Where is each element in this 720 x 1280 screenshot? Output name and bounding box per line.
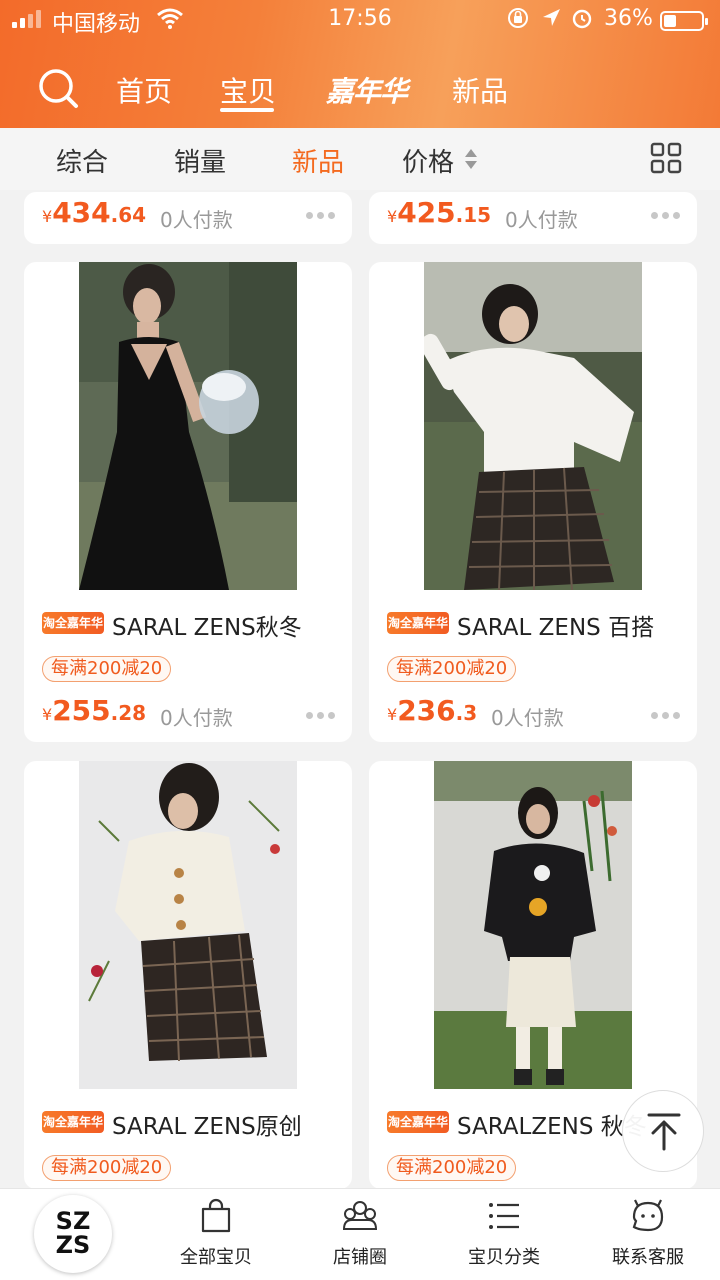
paid-count: 0人付款 xyxy=(505,208,578,232)
product-card[interactable]: 淘全嘉年华 SARAL ZENS秋冬 每满200减20 ¥255.28 0人付款 xyxy=(24,262,352,742)
more-icon[interactable] xyxy=(651,212,681,220)
coupon-badge: 每满200减20 xyxy=(42,656,172,682)
community-icon xyxy=(342,1201,378,1230)
carnival-badge: 淘全嘉年华 xyxy=(387,612,449,634)
product-title: SARAL ZENS原创 xyxy=(112,1114,302,1140)
alarm-icon xyxy=(572,9,592,29)
product-title: SARALZENS 秋冬 xyxy=(457,1114,647,1140)
rotation-lock-icon xyxy=(508,8,528,28)
tab-all-products[interactable]: 全部宝贝 xyxy=(156,1197,276,1269)
more-icon[interactable] xyxy=(306,712,336,720)
product-image[interactable] xyxy=(434,761,632,1089)
carnival-badge: 淘全嘉年华 xyxy=(42,612,104,634)
carnival-badge: 淘全嘉年华 xyxy=(42,1111,104,1133)
sort-price[interactable]: 价格 xyxy=(402,142,454,179)
product-card[interactable]: ¥425.15 0人付款 xyxy=(369,192,697,244)
product-image[interactable] xyxy=(79,262,297,590)
shop-nav: 首页 宝贝 嘉年华 新品 xyxy=(0,60,720,116)
sort-sales[interactable]: 销量 xyxy=(174,142,226,179)
status-bar: 中国移动 17:56 36% xyxy=(0,0,720,40)
battery-percent: 36% xyxy=(604,6,653,31)
paid-count: 0人付款 xyxy=(160,706,233,730)
chat-bot-icon xyxy=(632,1199,664,1232)
grid-view-icon[interactable] xyxy=(650,142,682,174)
tab-shop-circle[interactable]: 店铺圈 xyxy=(300,1197,420,1269)
product-price: ¥425.15 xyxy=(387,196,492,229)
product-image[interactable] xyxy=(424,262,642,590)
product-price: ¥236.3 xyxy=(387,694,478,727)
paid-count: 0人付款 xyxy=(160,208,233,232)
shop-logo[interactable]: SZ ZS xyxy=(34,1195,112,1273)
tab-products[interactable]: 宝贝 xyxy=(220,70,276,110)
tab-carnival[interactable]: 嘉年华 xyxy=(326,70,408,110)
product-price: ¥255.28 xyxy=(42,694,147,727)
arrow-up-icon xyxy=(647,1113,681,1151)
product-card[interactable]: 淘全嘉年华 SARAL ZENS原创 每满200减20 xyxy=(24,761,352,1189)
product-card[interactable]: ¥434.64 0人付款 xyxy=(24,192,352,244)
product-title: SARAL ZENS秋冬 xyxy=(112,615,302,641)
back-to-top-button[interactable] xyxy=(622,1090,704,1172)
product-card[interactable]: 淘全嘉年华 SARAL ZENS 百搭 每满200减20 ¥236.3 0人付款 xyxy=(369,262,697,742)
product-title: SARAL ZENS 百搭 xyxy=(457,615,655,641)
sort-default[interactable]: 综合 xyxy=(56,142,108,179)
sort-arrows-icon xyxy=(465,149,477,169)
battery-icon xyxy=(660,11,708,31)
tab-customer-service[interactable]: 联系客服 xyxy=(588,1197,708,1269)
bottom-tab-bar: SZ ZS 全部宝贝 店铺圈 宝贝分类 联系客服 xyxy=(0,1188,720,1280)
coupon-badge: 每满200减20 xyxy=(387,1155,517,1181)
carnival-badge: 淘全嘉年华 xyxy=(387,1111,449,1133)
product-price: ¥434.64 xyxy=(42,196,147,229)
more-icon[interactable] xyxy=(651,712,681,720)
active-tab-indicator xyxy=(220,108,274,112)
shopping-bag-icon xyxy=(201,1198,231,1233)
sort-bar: 综合 销量 新品 价格 xyxy=(0,128,720,190)
tab-new[interactable]: 新品 xyxy=(452,70,508,110)
location-icon xyxy=(543,9,560,26)
coupon-badge: 每满200减20 xyxy=(387,656,517,682)
paid-count: 0人付款 xyxy=(491,706,564,730)
tab-home[interactable]: 首页 xyxy=(116,70,172,110)
sort-new[interactable]: 新品 xyxy=(292,142,344,179)
list-icon xyxy=(489,1203,519,1229)
shop-header: 中国移动 17:56 36% 首页 宝贝 嘉年华 新品 xyxy=(0,0,720,128)
product-image[interactable] xyxy=(79,761,297,1089)
more-icon[interactable] xyxy=(306,212,336,220)
coupon-badge: 每满200减20 xyxy=(42,1155,172,1181)
tab-categories[interactable]: 宝贝分类 xyxy=(444,1197,564,1269)
search-icon[interactable] xyxy=(36,66,80,110)
